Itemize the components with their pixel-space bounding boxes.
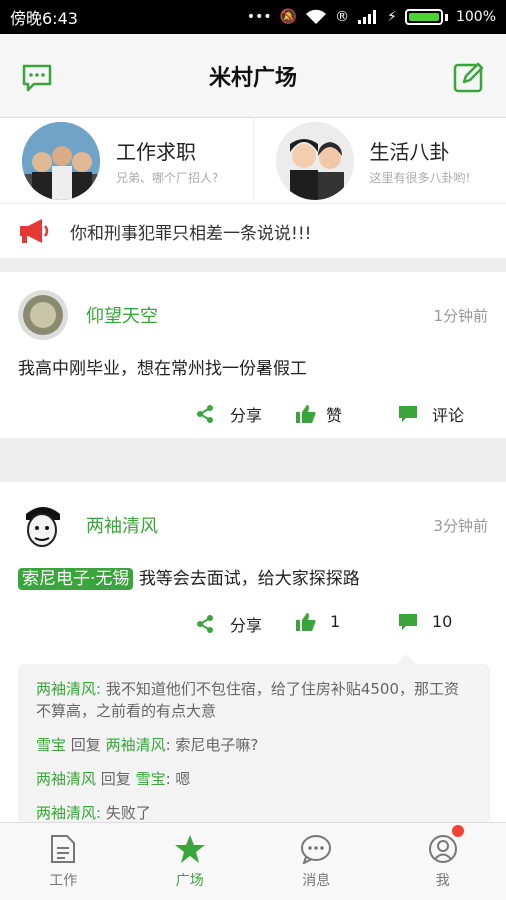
comment-text: 嗯 bbox=[175, 770, 191, 788]
message-icon bbox=[301, 834, 332, 864]
comment-separator: : bbox=[165, 770, 176, 788]
like-button[interactable]: 1 bbox=[296, 612, 340, 631]
comment-reply-target[interactable]: 两袖清风 bbox=[106, 736, 166, 754]
comment-author[interactable]: 两袖清风 bbox=[36, 680, 96, 698]
share-icon bbox=[197, 615, 213, 633]
comment-item[interactable]: 两袖清风: 我不知道他们不包住宿，给了住房补贴4500，那工资不算高，之前看的有… bbox=[36, 678, 472, 722]
comment-item[interactable]: 两袖清风: 失败了 bbox=[36, 802, 472, 824]
tab-work[interactable]: 工作 bbox=[0, 823, 127, 900]
category-gossip[interactable]: 生活八卦 这里有很多八卦哟! bbox=[252, 118, 506, 203]
post-header: 仰望天空 1分钟前 bbox=[0, 272, 506, 340]
post-time: 3分钟前 bbox=[433, 516, 488, 535]
comment-icon bbox=[399, 406, 417, 422]
star-icon bbox=[174, 834, 205, 863]
share-button[interactable]: 分享 bbox=[196, 612, 262, 636]
tab-label: 工作 bbox=[49, 872, 78, 889]
battery-icon bbox=[404, 9, 443, 25]
username[interactable]: 两袖清风 bbox=[86, 512, 433, 538]
battery-tip bbox=[444, 13, 448, 21]
bell-off-icon: 🔕 bbox=[279, 9, 298, 25]
tab-label: 广场 bbox=[175, 872, 204, 889]
share-label: 分享 bbox=[230, 616, 263, 635]
comment-separator: : bbox=[96, 804, 106, 822]
comment-button[interactable]: 10 bbox=[398, 612, 452, 631]
tab-square[interactable]: 广场 bbox=[127, 823, 254, 900]
post-text: 我等会去面试，给大家探探路 bbox=[138, 569, 360, 589]
tab-label: 我 bbox=[435, 872, 450, 889]
user-avatar[interactable] bbox=[18, 500, 68, 550]
registered-icon: ® bbox=[335, 9, 350, 25]
jobs-title: 工作求职 bbox=[116, 139, 196, 164]
like-count: 1 bbox=[330, 612, 341, 631]
comment-list: 两袖清风: 我不知道他们不包住宿，给了住房补贴4500，那工资不算高，之前看的有… bbox=[18, 654, 490, 824]
post-card: 两袖清风 3分钟前 索尼电子·无锡 我等会去面试，给大家探探路 分享 1 10 … bbox=[0, 482, 506, 824]
jobs-avatar bbox=[22, 121, 100, 200]
edit-icon[interactable] bbox=[452, 60, 486, 94]
jobs-text: 工作求职 兄弟、哪个厂招人? bbox=[116, 136, 218, 186]
post-card: 仰望天空 1分钟前 我高中刚毕业，想在常州找一份暑假工 分享 赞 评论 bbox=[0, 272, 506, 438]
comment-label: 评论 bbox=[432, 406, 465, 425]
comment-author[interactable]: 雪宝 bbox=[36, 736, 66, 754]
tab-me[interactable]: 我 bbox=[380, 823, 506, 900]
share-label: 分享 bbox=[230, 406, 263, 425]
comment-author[interactable]: 两袖清风 bbox=[36, 770, 96, 788]
post-header: 两袖清风 3分钟前 bbox=[0, 482, 506, 550]
tab-messages[interactable]: 消息 bbox=[253, 823, 380, 900]
tab-label: 消息 bbox=[302, 872, 331, 889]
page-title: 米村广场 bbox=[208, 65, 297, 91]
bottom-tab-bar: 工作 广场 消息 我 bbox=[0, 822, 506, 900]
status-bar: 傍晚6:43 ••• 🔕 ® ⚡ 100% bbox=[0, 0, 506, 34]
comment-icon bbox=[399, 613, 417, 630]
like-label: 赞 bbox=[326, 406, 343, 425]
category-jobs[interactable]: 工作求职 兄弟、哪个厂招人? bbox=[0, 118, 253, 203]
comment-separator: : bbox=[165, 736, 176, 754]
comment-separator: : bbox=[96, 680, 106, 698]
comment-count: 10 bbox=[432, 612, 453, 631]
gossip-title: 生活八卦 bbox=[369, 139, 450, 164]
chat-bubble-icon[interactable] bbox=[20, 60, 54, 94]
more-dots-icon: ••• bbox=[246, 9, 272, 25]
gossip-avatar bbox=[275, 121, 354, 200]
comment-reply-word: 回复 bbox=[96, 770, 136, 788]
post-time: 1分钟前 bbox=[433, 306, 488, 325]
post-content: 索尼电子·无锡 我等会去面试，给大家探探路 bbox=[0, 550, 506, 590]
location-tag[interactable]: 索尼电子·无锡 bbox=[18, 568, 134, 590]
comment-item[interactable]: 雪宝 回复 两袖清风: 索尼电子嘛? bbox=[36, 734, 472, 756]
status-icons: ••• 🔕 ® ⚡ 100% bbox=[247, 9, 496, 25]
signal-icon bbox=[358, 10, 377, 24]
notice-text: 你和刑事犯罪只相差一条说说!!! bbox=[70, 223, 312, 244]
charging-icon: ⚡ bbox=[387, 9, 397, 25]
thumbs-up-icon bbox=[296, 612, 316, 631]
notice-banner[interactable]: 你和刑事犯罪只相差一条说说!!! bbox=[0, 204, 506, 258]
comment-button[interactable]: 评论 bbox=[398, 402, 464, 426]
post-content: 我高中刚毕业，想在常州找一份暑假工 bbox=[18, 359, 307, 379]
comment-text: 索尼电子嘛? bbox=[175, 736, 259, 754]
app-header: 米村广场 bbox=[0, 34, 506, 118]
share-button[interactable]: 分享 bbox=[196, 402, 262, 426]
thumbs-up-icon bbox=[296, 405, 316, 423]
comment-item[interactable]: 两袖清风 回复 雪宝: 嗯 bbox=[36, 768, 472, 790]
megaphone-icon bbox=[20, 219, 49, 243]
document-icon bbox=[51, 834, 76, 863]
user-circle-icon bbox=[428, 834, 457, 863]
jobs-subtitle: 兄弟、哪个厂招人? bbox=[116, 170, 219, 185]
status-time: 傍晚6:43 bbox=[10, 9, 78, 28]
like-button[interactable]: 赞 bbox=[296, 402, 342, 426]
share-icon bbox=[197, 405, 213, 423]
comment-reply-target[interactable]: 雪宝 bbox=[136, 770, 166, 788]
wifi-icon bbox=[306, 9, 327, 24]
comment-reply-word: 回复 bbox=[66, 736, 106, 754]
user-avatar[interactable] bbox=[18, 290, 68, 340]
battery-level: 100% bbox=[455, 9, 496, 25]
comment-text: 失败了 bbox=[105, 804, 151, 822]
username[interactable]: 仰望天空 bbox=[86, 302, 433, 328]
category-row: 工作求职 兄弟、哪个厂招人? 生活八卦 这里有很多八卦哟! bbox=[0, 118, 506, 204]
gossip-subtitle: 这里有很多八卦哟! bbox=[369, 170, 471, 185]
gossip-text: 生活八卦 这里有很多八卦哟! bbox=[370, 136, 471, 186]
notification-dot bbox=[451, 825, 464, 837]
comment-author[interactable]: 两袖清风 bbox=[36, 804, 96, 822]
